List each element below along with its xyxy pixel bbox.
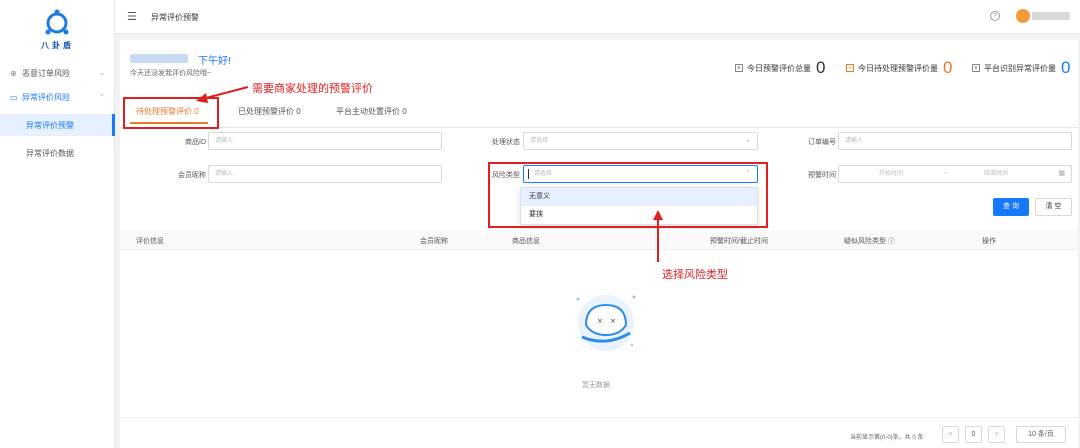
th-actions: 操作 (982, 238, 996, 245)
sidebar: 八卦盾 ⊕ 恶意订单风险 ⌄ ▭ 异常评价风险 ⌃ 异常评价预警 异常评价数据 (0, 0, 115, 448)
th-member: 会员昵称 (420, 238, 448, 245)
start-time-input[interactable]: 开始时间 (879, 166, 903, 182)
sidebar-item-label: 恶意订单风险 (22, 68, 70, 78)
help-icon[interactable]: ? (990, 11, 1000, 21)
divider (120, 417, 1078, 418)
th-risk-type: 疑似风险类型 ⓘ (844, 238, 895, 245)
query-button[interactable]: 查 询 (993, 198, 1029, 216)
pagination-prev-button[interactable]: < (942, 426, 959, 443)
tab-bar: 待处理预警评价 0 已处理预警评价 0 平台主动处置评价 0 (120, 98, 1078, 128)
range-separator: ~ (944, 171, 948, 177)
monitor-icon: ▭ (10, 92, 18, 102)
filter-label-product-id: 商品ID (185, 139, 206, 146)
svg-text:×: × (610, 317, 616, 325)
top-header: ☰ 异常评价预警 ? (115, 0, 1080, 34)
annotation-text-pending: 需要商家处理的预警评价 (252, 83, 373, 95)
filter-label-member: 会员昵称 (178, 172, 206, 179)
sidebar-item-label: 异常评价数据 (26, 148, 74, 158)
sidebar-item-malicious-order[interactable]: ⊕ 恶意订单风险 ⌄ (0, 62, 115, 84)
th-product: 商品信息 (512, 238, 540, 245)
order-no-input[interactable]: 请输入 (838, 132, 1072, 150)
main-panel: 下午好! 今天还没发我评价风险哦~ ≡ 今日预警评价总量 0 + 今日待处理预警… (120, 40, 1078, 448)
product-id-input[interactable]: 请输入 (208, 132, 442, 150)
filter-label-warn-time: 预警时间 (808, 172, 836, 179)
shop-name-redacted (130, 54, 188, 63)
chevron-up-icon: ⌃ (99, 94, 105, 101)
tab-processed[interactable]: 已处理预警评价 0 (238, 106, 301, 117)
annotation-box-risk-type (488, 162, 768, 228)
pagination-page-button[interactable]: 0 (965, 426, 982, 443)
stat-value: 0 (943, 58, 953, 77)
sidebar-item-label: 异常评价风险 (22, 92, 70, 102)
annotation-box-pending-tab (123, 97, 219, 129)
chevron-down-icon: ⌄ (745, 137, 751, 144)
stat-label: 平台识别异常评价量 (984, 63, 1056, 73)
stat-label: 今日预警评价总量 (747, 63, 811, 73)
th-review-info: 评价信息 (136, 238, 164, 245)
page-title: 异常评价预警 (151, 13, 199, 22)
document-icon: ≡ (735, 64, 743, 72)
shield-icon: ⊕ (10, 68, 17, 78)
end-time-input[interactable]: 结束时间 (984, 166, 1008, 182)
chevron-down-icon: ⌄ (99, 70, 105, 77)
stat-today-total: ≡ 今日预警评价总量 0 (735, 58, 825, 78)
filter-label-status: 处理状态 (492, 139, 520, 146)
menu-fold-icon[interactable]: ☰ (127, 10, 137, 23)
empty-state-icon: × × (576, 295, 636, 351)
stat-value: 0 (816, 58, 826, 77)
greeting-subtext: 今天还没发我评价风险哦~ (130, 70, 212, 77)
stat-value: 0 (1061, 58, 1071, 77)
user-name-redacted[interactable] (1032, 12, 1070, 20)
sidebar-item-review-data[interactable]: 异常评价数据 (0, 142, 115, 164)
sidebar-item-abnormal-review[interactable]: ▭ 异常评价风险 ⌃ (0, 86, 115, 108)
stat-label: 今日待处理预警评价量 (858, 63, 938, 73)
avatar[interactable] (1016, 9, 1030, 23)
annotation-text-risk-type: 选择风险类型 (662, 269, 728, 281)
member-nickname-input[interactable]: 请输入 (208, 165, 442, 183)
svg-text:×: × (597, 317, 603, 325)
page-size-select[interactable]: 10 条/页 (1016, 426, 1066, 443)
logo-icon (45, 9, 69, 35)
pending-icon: + (846, 64, 854, 72)
stat-today-pending: + 今日待处理预警评价量 0 (846, 58, 952, 78)
empty-state-text: 暂无数据 (582, 382, 610, 389)
clear-button[interactable]: 清 空 (1035, 198, 1072, 216)
table-header: 评价信息 会员昵称 商品信息 预警时间/截止时间 疑似风险类型 ⓘ 操作 (120, 230, 1078, 250)
greeting-text: 下午好! (198, 56, 231, 67)
calendar-icon[interactable]: ▦ (1058, 166, 1065, 182)
sidebar-item-label: 异常评价预警 (26, 120, 74, 130)
stat-platform-identified: ≡ 平台识别异常评价量 0 (972, 58, 1070, 78)
filter-label-order-no: 订单编号 (808, 139, 836, 146)
tab-platform-handled[interactable]: 平台主动处置评价 0 (336, 106, 407, 117)
logo-text: 八卦盾 (41, 41, 74, 50)
th-warn-time: 预警时间/截止时间 (710, 238, 768, 245)
pagination-summary: 当前显示第(0-0)条，共 0 条 (850, 435, 924, 441)
pagination-next-button[interactable]: > (988, 426, 1005, 443)
status-select[interactable]: 请选择 ⌄ (523, 132, 758, 150)
warn-time-range[interactable]: 开始时间 ~ 结束时间 ▦ (838, 165, 1072, 183)
sidebar-item-review-warning[interactable]: 异常评价预警 (0, 114, 115, 136)
document-icon: ≡ (972, 64, 980, 72)
